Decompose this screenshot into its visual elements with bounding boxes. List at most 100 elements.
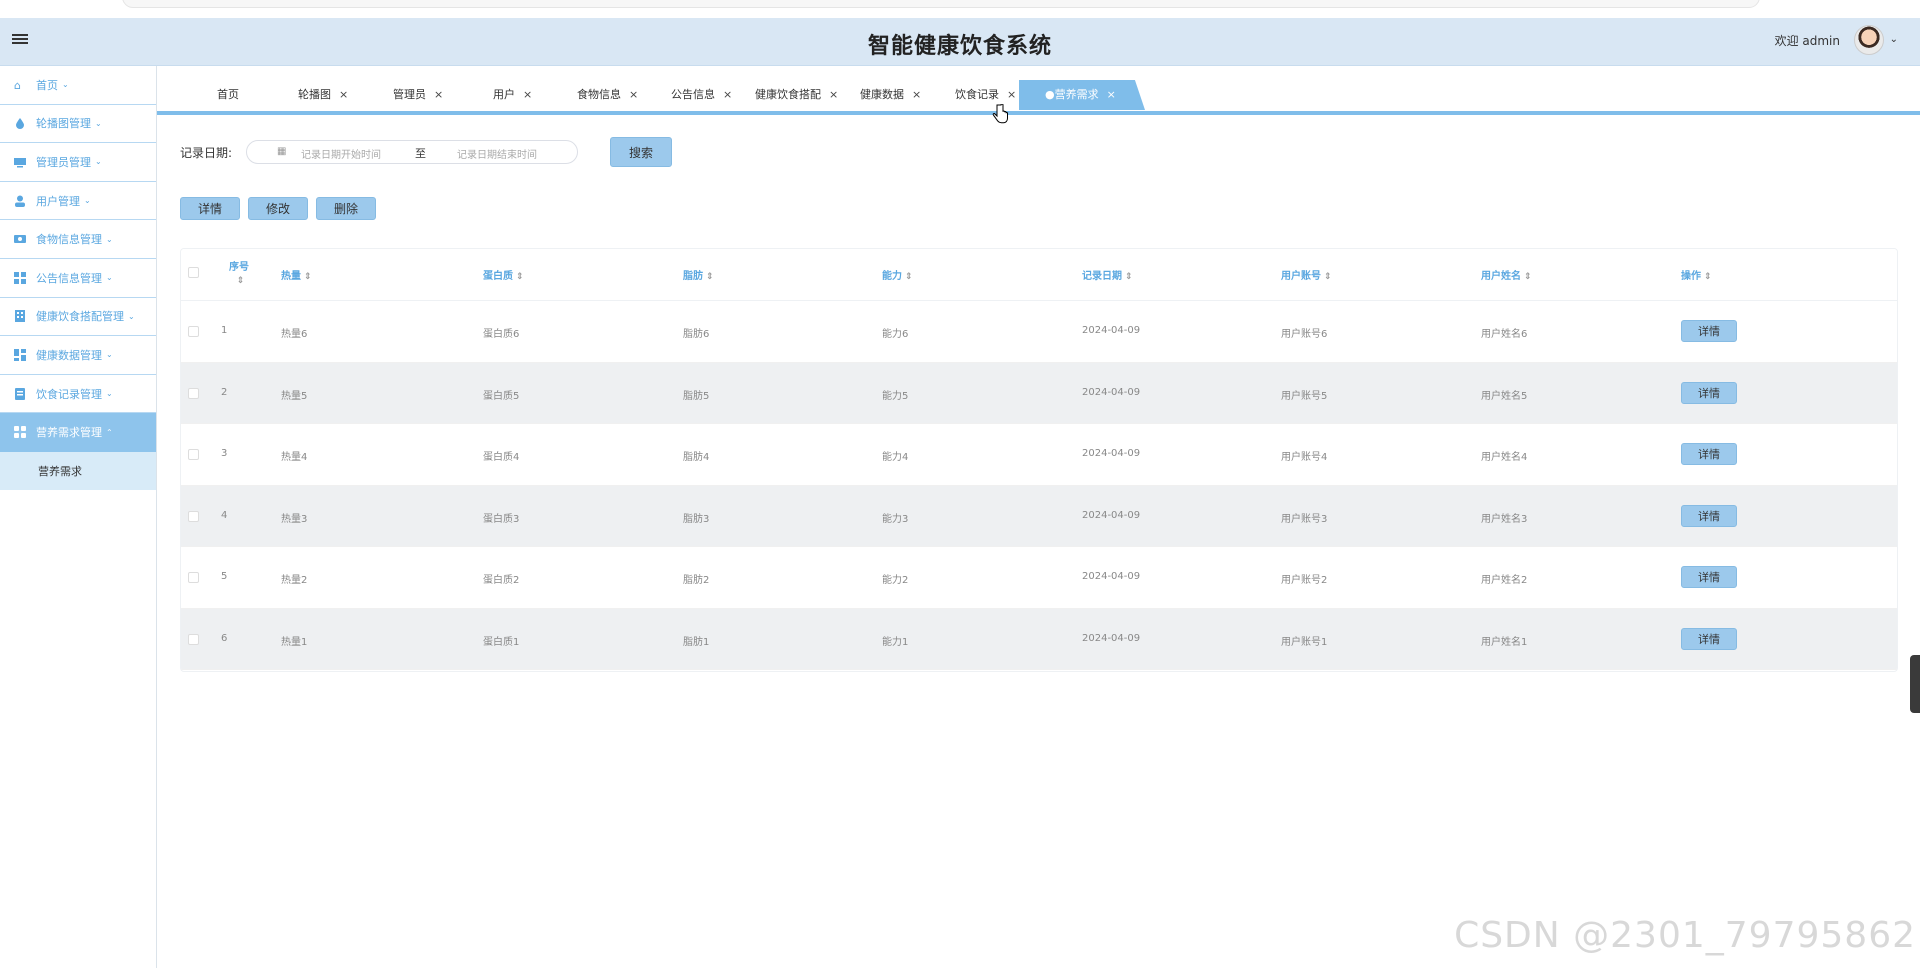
close-icon[interactable]: × xyxy=(523,88,532,101)
watermark: CSDN @2301_79795862 xyxy=(1454,915,1916,956)
sidebar-item-notice[interactable]: 公告信息管理 ⌄ xyxy=(0,259,156,298)
row-checkbox[interactable] xyxy=(188,633,199,645)
sort-icon[interactable]: ⇕ xyxy=(1704,272,1712,282)
cell-account: 用户账号4 xyxy=(1281,452,1328,463)
cell-date: 2024-04-09 xyxy=(1082,448,1141,459)
close-icon[interactable]: × xyxy=(434,88,443,101)
column-header-fat[interactable]: 脂肪 ⇕ xyxy=(683,267,714,282)
column-header-calories[interactable]: 热量 ⇕ xyxy=(281,267,312,282)
tab-nutrition[interactable]: ●营养需求 × xyxy=(1019,80,1145,110)
sidebar-subitem-nutrition[interactable]: 营养需求 xyxy=(0,451,156,490)
address-bar[interactable] xyxy=(122,0,1760,8)
sort-icon[interactable]: ⇕ xyxy=(1524,272,1532,282)
column-header-seq[interactable]: 序号 ⇕ xyxy=(229,261,249,288)
sidebar-item-carousel[interactable]: 轮播图管理 ⌄ xyxy=(0,105,156,144)
doc-icon xyxy=(14,387,26,400)
row-detail-button[interactable]: 详情 xyxy=(1681,627,1737,650)
chevron-down-icon: ⌄ xyxy=(62,80,69,90)
close-icon[interactable]: × xyxy=(1007,88,1016,101)
detail-button[interactable]: 详情 xyxy=(180,197,240,220)
sidebar-item-diet-match[interactable]: 健康饮食搭配管理 ⌄ xyxy=(0,298,156,337)
select-all-checkbox[interactable] xyxy=(188,267,199,278)
tab-carousel[interactable]: 轮播图 × xyxy=(298,80,348,110)
tab-health-data[interactable]: 健康数据 × xyxy=(860,80,921,110)
table-row[interactable]: 4 热量3 蛋白质3 脂肪3 能力3 2024-04-09 用户账号3 用户姓名3 详情 xyxy=(181,485,1897,547)
column-header-ops[interactable]: 操作 ⇕ xyxy=(1681,267,1712,282)
column-header-name[interactable]: 用户姓名 ⇕ xyxy=(1481,267,1532,282)
tab-label: 首页 xyxy=(217,88,239,101)
cell-fat: 脂肪2 xyxy=(683,575,710,586)
sort-icon[interactable]: ⇕ xyxy=(905,272,913,282)
sidebar-item-label: 食物信息管理 xyxy=(36,233,102,247)
sort-icon[interactable]: ⇕ xyxy=(237,276,245,286)
column-header-protein[interactable]: 蛋白质 ⇕ xyxy=(483,267,524,282)
pointer-cursor-icon xyxy=(992,104,1008,124)
app-header: 智能健康饮食系统 欢迎 admin ⌄ xyxy=(0,18,1920,66)
start-date-input[interactable]: 记录日期开始时间 xyxy=(301,146,381,161)
row-checkbox[interactable] xyxy=(188,449,199,460)
cell-fat: 脂肪4 xyxy=(683,452,710,463)
date-range-picker[interactable]: ▦ 记录日期开始时间 至 记录日期结束时间 xyxy=(246,140,579,164)
scroll-handle[interactable] xyxy=(1910,655,1920,713)
sidebar-item-health-data[interactable]: 健康数据管理 ⌄ xyxy=(0,336,156,375)
row-checkbox[interactable] xyxy=(188,510,199,522)
sidebar-item-diet-record[interactable]: 饮食记录管理 ⌄ xyxy=(0,375,156,414)
table-row[interactable]: 5 热量2 蛋白质2 脂肪2 能力2 2024-04-09 用户账号2 用户姓名2 详情 xyxy=(181,547,1897,609)
sort-icon[interactable]: ⇕ xyxy=(706,272,714,282)
sort-icon[interactable]: ⇕ xyxy=(1125,272,1133,282)
row-checkbox[interactable] xyxy=(188,326,199,337)
sort-icon[interactable]: ⇕ xyxy=(516,272,524,282)
column-header-account[interactable]: 用户账号 ⇕ xyxy=(1281,267,1332,282)
sidebar-item-nutrition[interactable]: 营养需求管理 ⌃ xyxy=(0,413,156,452)
sidebar-item-food[interactable]: 食物信息管理 ⌄ xyxy=(0,220,156,259)
header-label: 记录日期 xyxy=(1082,271,1122,282)
delete-button[interactable]: 删除 xyxy=(316,197,376,220)
row-detail-button[interactable]: 详情 xyxy=(1681,381,1737,404)
close-icon[interactable]: × xyxy=(829,88,838,101)
close-icon[interactable]: × xyxy=(339,88,348,101)
search-button[interactable]: 搜索 xyxy=(610,137,673,167)
sidebar-item-admin[interactable]: 管理员管理 ⌄ xyxy=(0,143,156,182)
column-header-date[interactable]: 记录日期 ⇕ xyxy=(1082,267,1133,282)
cell-ability: 能力3 xyxy=(882,513,909,525)
tab-label: 健康数据 xyxy=(860,88,904,101)
column-header-ability[interactable]: 能力 ⇕ xyxy=(882,267,913,282)
cell-seq: 3 xyxy=(221,448,228,459)
sort-icon[interactable]: ⇕ xyxy=(304,272,312,282)
sort-icon[interactable]: ⇕ xyxy=(1324,272,1332,282)
cell-seq: 1 xyxy=(221,325,228,336)
user-icon xyxy=(14,195,26,207)
table-row[interactable]: 2 热量5 蛋白质5 脂肪5 能力5 2024-04-09 用户账号5 用户姓名5 详情 xyxy=(181,362,1897,424)
end-date-input[interactable]: 记录日期结束时间 xyxy=(457,146,537,161)
row-detail-button[interactable]: 详情 xyxy=(1681,320,1737,342)
tab-bar: 首页 轮播图 × 管理员 × 用户 × 食物信息 × 公告信息 × 健康饮食搭配 × 健康数… xyxy=(157,80,1920,112)
tab-notice[interactable]: 公告信息 × xyxy=(671,80,732,110)
tab-food[interactable]: 食物信息 × xyxy=(577,80,638,110)
cell-name: 用户姓名6 xyxy=(1481,329,1528,340)
cell-calories: 热量5 xyxy=(281,390,308,402)
tab-home[interactable]: 首页 xyxy=(217,80,239,110)
row-detail-button[interactable]: 详情 xyxy=(1681,504,1737,527)
cell-name: 用户姓名5 xyxy=(1481,390,1528,402)
close-icon[interactable]: × xyxy=(912,88,921,101)
avatar[interactable] xyxy=(1854,25,1884,55)
table-row[interactable]: 3 热量4 蛋白质4 脂肪4 能力4 2024-04-09 用户账号4 用户姓名4 详情 xyxy=(181,424,1897,486)
table-row[interactable]: 6 热量1 蛋白质1 脂肪1 能力1 2024-04-09 用户账号1 用户姓名1 详情 xyxy=(181,608,1897,670)
close-icon[interactable]: × xyxy=(1107,88,1116,101)
close-icon[interactable]: × xyxy=(723,88,732,101)
chevron-down-icon[interactable]: ⌄ xyxy=(1890,34,1898,45)
row-checkbox[interactable] xyxy=(188,572,199,583)
sidebar-item-home[interactable]: ⌂ 首页 ⌄ xyxy=(0,66,156,105)
tab-diet-match[interactable]: 健康饮食搭配 × xyxy=(755,80,838,110)
row-detail-button[interactable]: 详情 xyxy=(1681,443,1737,465)
tab-admin[interactable]: 管理员 × xyxy=(393,80,443,110)
row-detail-button[interactable]: 详情 xyxy=(1681,566,1737,588)
action-bar: 详情 修改 删除 xyxy=(180,197,376,220)
edit-button[interactable]: 修改 xyxy=(248,197,308,220)
chevron-down-icon: ⌄ xyxy=(106,234,113,244)
sidebar-item-user[interactable]: 用户管理 ⌄ xyxy=(0,182,156,221)
table-row[interactable]: 1 热量6 蛋白质6 脂肪6 能力6 2024-04-09 用户账号6 用户姓名6 详情 xyxy=(181,301,1897,363)
row-checkbox[interactable] xyxy=(188,387,199,399)
close-icon[interactable]: × xyxy=(629,88,638,101)
tab-user[interactable]: 用户 × xyxy=(493,80,532,110)
